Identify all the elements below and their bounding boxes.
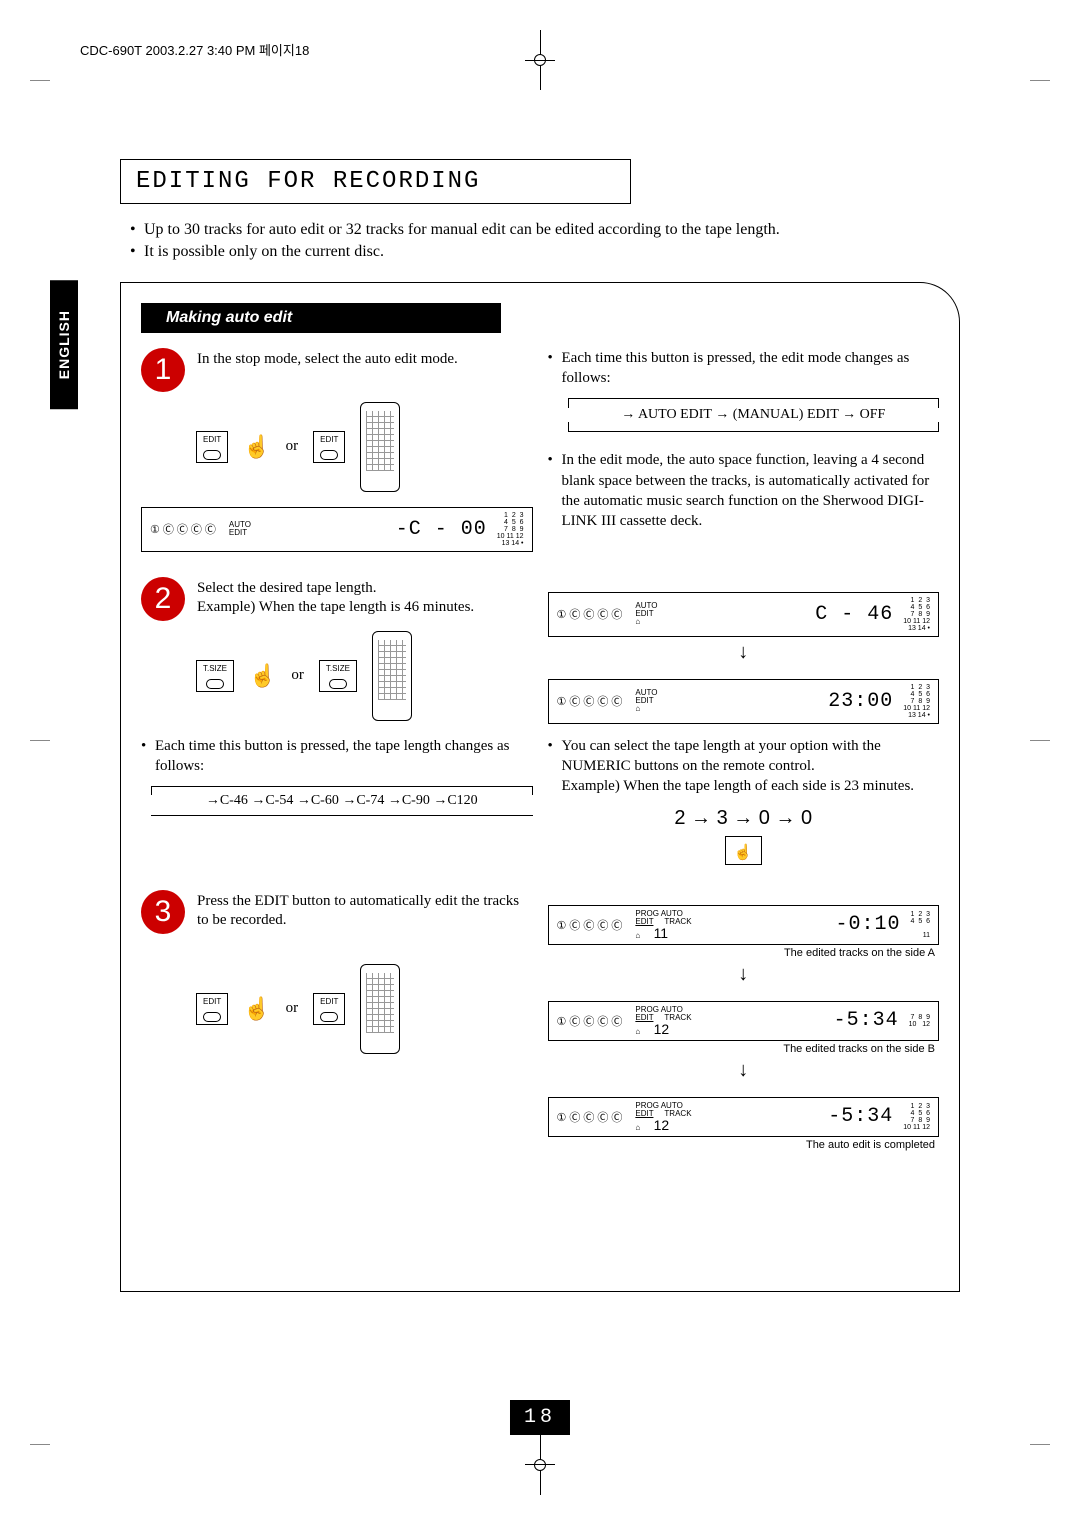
- crop-tick: [1030, 80, 1050, 81]
- crop-tick: [30, 80, 50, 81]
- lcd-track-numbers: 1 2 3 4 5 6 7 8 9 10 11 12 13 14 •: [497, 512, 524, 547]
- tape-length-cycle: →C-46 →C-54 →C-60 →C-74 →C-90 →C120: [151, 786, 533, 816]
- step-3-diagram: EDIT ☝ or EDIT: [196, 964, 533, 1054]
- intro-bullet: It is possible only on the current disc.: [130, 241, 960, 263]
- lcd-main-readout: -C - 00: [396, 518, 487, 541]
- step-3-text: Press the EDIT button to automatically e…: [197, 890, 533, 931]
- section-title: EDITING FOR RECORDING: [120, 159, 631, 204]
- step-2-diagram: T.SIZE ☝ or T.SIZE: [196, 631, 533, 721]
- mode-cycle-diagram: → AUTO EDIT → (MANUAL) EDIT → OFF: [568, 398, 940, 432]
- crop-mark-bottom: [525, 1435, 555, 1495]
- lcd-display-2300: ①ⒸⒸⒸⒸ AUTOEDIT⌂ 23:00 1 2 3 4 5 6 7 8 9 …: [548, 679, 940, 724]
- or-label: or: [286, 438, 299, 455]
- language-tab: ENGLISH: [50, 280, 78, 409]
- panel-tsize-button: T.SIZE: [196, 660, 234, 692]
- panel-edit-button: EDIT: [196, 431, 228, 463]
- step-2-text: Select the desired tape length. Example)…: [197, 577, 474, 618]
- step-2-numeric-note: You can select the tape length at your o…: [548, 736, 940, 797]
- down-arrow-icon: ↓: [548, 963, 940, 986]
- remote-control-icon: [360, 964, 400, 1054]
- caption-side-b: The edited tracks on the side B: [548, 1043, 940, 1055]
- lcd-display-complete: ①ⒸⒸⒸⒸ PROG AUTOEDIT TRACK⌂ 12 -5:34 1 2 …: [548, 1097, 940, 1137]
- page-number: 18: [510, 1400, 570, 1435]
- crop-mark-top: [525, 30, 555, 90]
- hand-press-icon: ☝: [249, 663, 276, 689]
- caption-side-a: The edited tracks on the side A: [548, 947, 940, 959]
- crop-tick: [30, 1444, 50, 1445]
- step-1-note-2: In the edit mode, the auto space functio…: [548, 450, 940, 531]
- panel-edit-button: EDIT: [196, 993, 228, 1025]
- remote-control-icon: [360, 402, 400, 492]
- step-3-row: 3 Press the EDIT button to automatically…: [141, 890, 939, 1151]
- subsection-header: Making auto edit: [141, 303, 501, 333]
- step-1-row: 1 In the stop mode, select the auto edit…: [141, 348, 939, 552]
- crop-tick: [1030, 1444, 1050, 1445]
- remote-edit-button: EDIT: [313, 431, 345, 463]
- hand-press-icon: ☝: [243, 434, 270, 460]
- remote-edit-button: EDIT: [313, 993, 345, 1025]
- step-1-text: In the stop mode, select the auto edit m…: [197, 348, 458, 370]
- intro-bullet-list: Up to 30 tracks for auto edit or 32 trac…: [130, 219, 960, 264]
- procedure-box: Making auto edit 1 In the stop mode, sel…: [120, 282, 960, 1292]
- step-number-3: 3: [141, 890, 185, 934]
- lcd-display-step1: ①ⒸⒸⒸⒸ AUTOEDIT -C - 00 1 2 3 4 5 6 7 8 9…: [141, 507, 533, 552]
- caption-complete: The auto edit is completed: [548, 1139, 940, 1151]
- or-label: or: [286, 1000, 299, 1017]
- or-label: or: [291, 667, 304, 684]
- down-arrow-icon: ↓: [548, 1059, 940, 1082]
- lcd-display-side-a: ①ⒸⒸⒸⒸ PROG AUTOEDIT TRACK⌂ 11 -0:10 1 2 …: [548, 905, 940, 945]
- lcd-disc-indicators: ①ⒸⒸⒸⒸ: [150, 521, 219, 537]
- step-1-diagram: EDIT ☝ or EDIT: [196, 402, 533, 492]
- step-number-1: 1: [141, 348, 185, 392]
- step-1-note-1: Each time this button is pressed, the ed…: [548, 348, 940, 389]
- hand-press-numeric: ☝: [548, 836, 940, 865]
- numeric-entry-sequence: 2 → 3 → 0 → 0: [548, 807, 940, 830]
- lcd-display-c46: ①ⒸⒸⒸⒸ AUTOEDIT⌂ C - 46 1 2 3 4 5 6 7 8 9…: [548, 592, 940, 637]
- intro-bullet: Up to 30 tracks for auto edit or 32 trac…: [130, 219, 960, 241]
- crop-tick: [1030, 740, 1050, 741]
- lcd-display-side-b: ①ⒸⒸⒸⒸ PROG AUTOEDIT TRACK⌂ 12 -5:34 7 8 …: [548, 1001, 940, 1041]
- step-number-2: 2: [141, 577, 185, 621]
- step-2-row: 2 Select the desired tape length. Exampl…: [141, 577, 939, 865]
- remote-control-icon: [372, 631, 412, 721]
- step-2-tape-note: Each time this button is pressed, the ta…: [141, 736, 533, 777]
- crop-tick: [30, 740, 50, 741]
- down-arrow-icon: ↓: [548, 641, 940, 664]
- remote-tsize-button: T.SIZE: [319, 660, 357, 692]
- hand-press-icon: ☝: [243, 996, 270, 1022]
